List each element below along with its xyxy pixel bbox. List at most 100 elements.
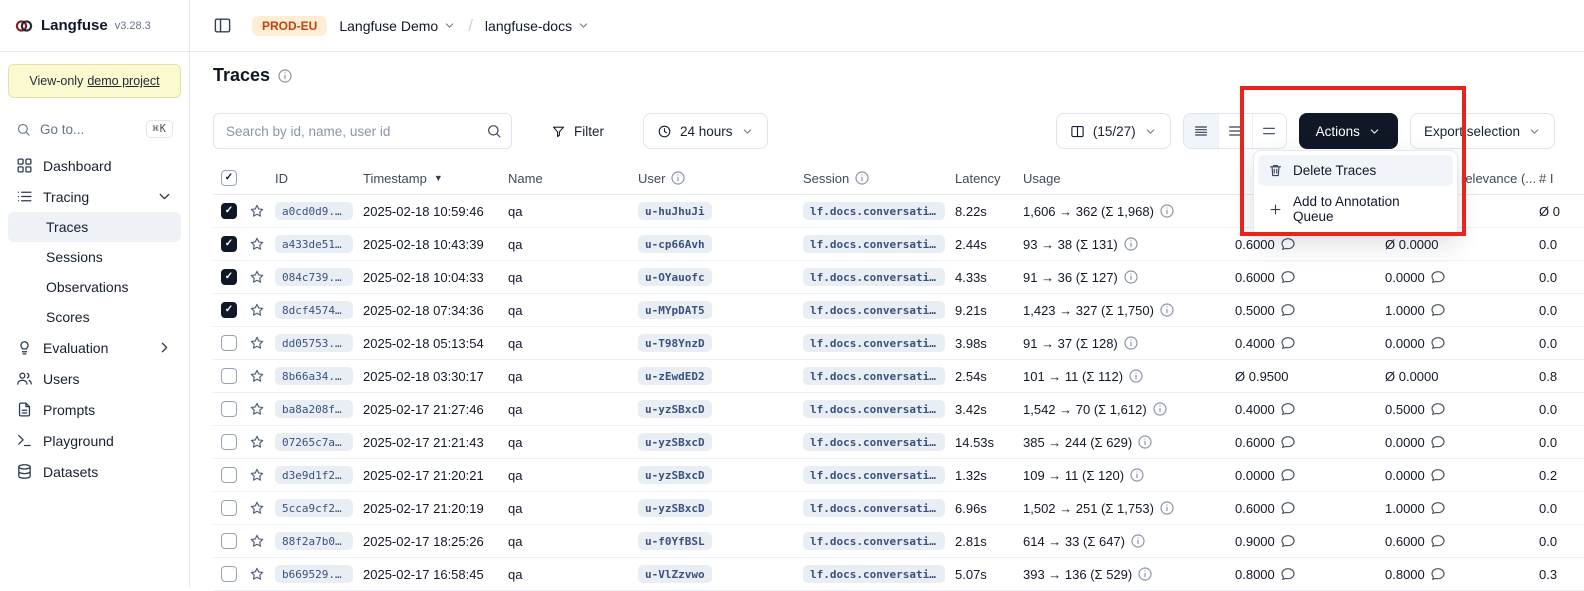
session-badge[interactable]: lf.docs.conversation...	[803, 565, 945, 583]
row-height-large-button[interactable]	[1252, 114, 1286, 148]
sidebar-item-evaluation[interactable]: Evaluation	[8, 332, 181, 363]
row-checkbox[interactable]	[221, 203, 237, 219]
trace-id-badge[interactable]: ba8a208f...	[275, 400, 353, 418]
user-badge[interactable]: u-yzSBxcD	[638, 466, 712, 484]
actions-button[interactable]: Actions	[1299, 113, 1398, 149]
session-badge[interactable]: lf.docs.conversation...	[803, 268, 945, 286]
user-badge[interactable]: u-VlZzvwo	[638, 565, 712, 583]
trace-id-badge[interactable]: a433de51...	[275, 235, 353, 253]
row-checkbox[interactable]	[221, 335, 237, 351]
row-checkbox[interactable]	[221, 302, 237, 318]
row-checkbox[interactable]	[221, 533, 237, 549]
row-height-small-button[interactable]	[1184, 114, 1218, 148]
table-row[interactable]: 8dcf4574... 2025-02-18 07:34:36 qa u-MYp…	[213, 294, 1584, 327]
select-all-checkbox[interactable]	[221, 170, 237, 186]
row-height-medium-button[interactable]	[1218, 114, 1252, 148]
header-timestamp[interactable]: Timestamp▼	[363, 171, 508, 186]
table-row[interactable]: 084c739... 2025-02-18 10:04:33 qa u-OYau…	[213, 261, 1584, 294]
sidebar-item-observations[interactable]: Observations	[8, 272, 181, 302]
session-badge[interactable]: lf.docs.conversation...	[803, 400, 945, 418]
session-badge[interactable]: lf.docs.conversation...	[803, 301, 945, 319]
sidebar-item-tracing[interactable]: Tracing	[8, 181, 181, 212]
row-checkbox[interactable]	[221, 566, 237, 582]
table-row[interactable]: 5cca9cf2... 2025-02-17 21:20:19 qa u-yzS…	[213, 492, 1584, 525]
menu-item-delete-traces[interactable]: Delete Traces	[1258, 155, 1453, 186]
sidebar-item-traces[interactable]: Traces	[8, 212, 181, 242]
sidebar-item-dashboard[interactable]: Dashboard	[8, 150, 181, 181]
search-icon[interactable]	[486, 123, 502, 139]
favorite-star-icon[interactable]	[249, 203, 265, 219]
table-row[interactable]: d3e9d1f2... 2025-02-17 21:20:21 qa u-yzS…	[213, 459, 1584, 492]
row-checkbox[interactable]	[221, 236, 237, 252]
session-badge[interactable]: lf.docs.conversation...	[803, 334, 945, 352]
session-badge[interactable]: lf.docs.conversation...	[803, 499, 945, 517]
table-row[interactable]: dd05753... 2025-02-18 05:13:54 qa u-T98Y…	[213, 327, 1584, 360]
trace-id-badge[interactable]: dd05753...	[275, 334, 353, 352]
sidebar-item-playground[interactable]: Playground	[8, 425, 181, 456]
favorite-star-icon[interactable]	[249, 236, 265, 252]
user-badge[interactable]: u-MYpDAT5	[638, 301, 712, 319]
session-badge[interactable]: lf.docs.conversation...	[803, 466, 945, 484]
user-badge[interactable]: u-yzSBxcD	[638, 433, 712, 451]
menu-item-add-to-annotation-queue[interactable]: Add to Annotation Queue	[1258, 186, 1453, 232]
user-badge[interactable]: u-OYauofc	[638, 268, 712, 286]
sidebar-item-datasets[interactable]: Datasets	[8, 456, 181, 487]
favorite-star-icon[interactable]	[249, 335, 265, 351]
goto-search[interactable]: Go to... ⌘K	[8, 114, 181, 144]
trace-id-badge[interactable]: b669529...	[275, 565, 353, 583]
search-input[interactable]	[213, 113, 512, 149]
sidebar-toggle-icon[interactable]	[213, 16, 232, 35]
session-badge[interactable]: lf.docs.conversation...	[803, 235, 945, 253]
row-checkbox[interactable]	[221, 434, 237, 450]
user-badge[interactable]: u-zEwdED2	[638, 367, 712, 385]
columns-button[interactable]: (15/27)	[1056, 113, 1171, 149]
trace-id-badge[interactable]: 88f2a7b0...	[275, 532, 353, 550]
user-badge[interactable]: u-f0YfBSL	[638, 532, 712, 550]
org-selector[interactable]: Langfuse Demo	[339, 18, 456, 34]
row-checkbox[interactable]	[221, 467, 237, 483]
trace-id-badge[interactable]: a0cd0d9...	[275, 202, 353, 220]
row-checkbox[interactable]	[221, 500, 237, 516]
trace-id-badge[interactable]: 5cca9cf2...	[275, 499, 353, 517]
trace-id-badge[interactable]: 084c739...	[275, 268, 353, 286]
favorite-star-icon[interactable]	[249, 500, 265, 516]
trace-id-badge[interactable]: 07265c7a...	[275, 433, 353, 451]
session-badge[interactable]: lf.docs.conversation...	[803, 367, 945, 385]
row-checkbox[interactable]	[221, 401, 237, 417]
session-badge[interactable]: lf.docs.conversation...	[803, 202, 945, 220]
favorite-star-icon[interactable]	[249, 533, 265, 549]
table-row[interactable]: ba8a208f... 2025-02-17 21:27:46 qa u-yzS…	[213, 393, 1584, 426]
user-badge[interactable]: u-cp66Avh	[638, 235, 712, 253]
user-badge[interactable]: u-T98YnzD	[638, 334, 712, 352]
row-checkbox[interactable]	[221, 269, 237, 285]
trace-id-badge[interactable]: d3e9d1f2...	[275, 466, 353, 484]
sidebar-item-users[interactable]: Users	[8, 363, 181, 394]
user-badge[interactable]: u-yzSBxcD	[638, 400, 712, 418]
favorite-star-icon[interactable]	[249, 401, 265, 417]
time-range-button[interactable]: 24 hours	[643, 113, 768, 149]
user-badge[interactable]: u-huJhuJi	[638, 202, 712, 220]
favorite-star-icon[interactable]	[249, 302, 265, 318]
table-row[interactable]: 8b66a34... 2025-02-18 03:30:17 qa u-zEwd…	[213, 360, 1584, 393]
project-selector[interactable]: langfuse-docs	[485, 18, 590, 34]
favorite-star-icon[interactable]	[249, 434, 265, 450]
export-button[interactable]: Export selection	[1410, 113, 1555, 149]
table-row[interactable]: 88f2a7b0... 2025-02-17 18:25:26 qa u-f0Y…	[213, 525, 1584, 558]
table-row[interactable]: 07265c7a... 2025-02-17 21:21:43 qa u-yzS…	[213, 426, 1584, 459]
favorite-star-icon[interactable]	[249, 566, 265, 582]
trace-id-badge[interactable]: 8b66a34...	[275, 367, 353, 385]
trace-id-badge[interactable]: 8dcf4574...	[275, 301, 353, 319]
favorite-star-icon[interactable]	[249, 467, 265, 483]
filter-button[interactable]: Filter	[538, 113, 617, 149]
demo-project-link[interactable]: demo project	[87, 74, 159, 88]
sidebar-item-sessions[interactable]: Sessions	[8, 242, 181, 272]
favorite-star-icon[interactable]	[249, 368, 265, 384]
sidebar-item-scores[interactable]: Scores	[8, 302, 181, 332]
row-checkbox[interactable]	[221, 368, 237, 384]
table-row[interactable]: b669529... 2025-02-17 16:58:45 qa u-VlZz…	[213, 558, 1584, 591]
session-badge[interactable]: lf.docs.conversation...	[803, 433, 945, 451]
favorite-star-icon[interactable]	[249, 269, 265, 285]
sidebar-item-prompts[interactable]: Prompts	[8, 394, 181, 425]
user-badge[interactable]: u-yzSBxcD	[638, 499, 712, 517]
session-badge[interactable]: lf.docs.conversation...	[803, 532, 945, 550]
